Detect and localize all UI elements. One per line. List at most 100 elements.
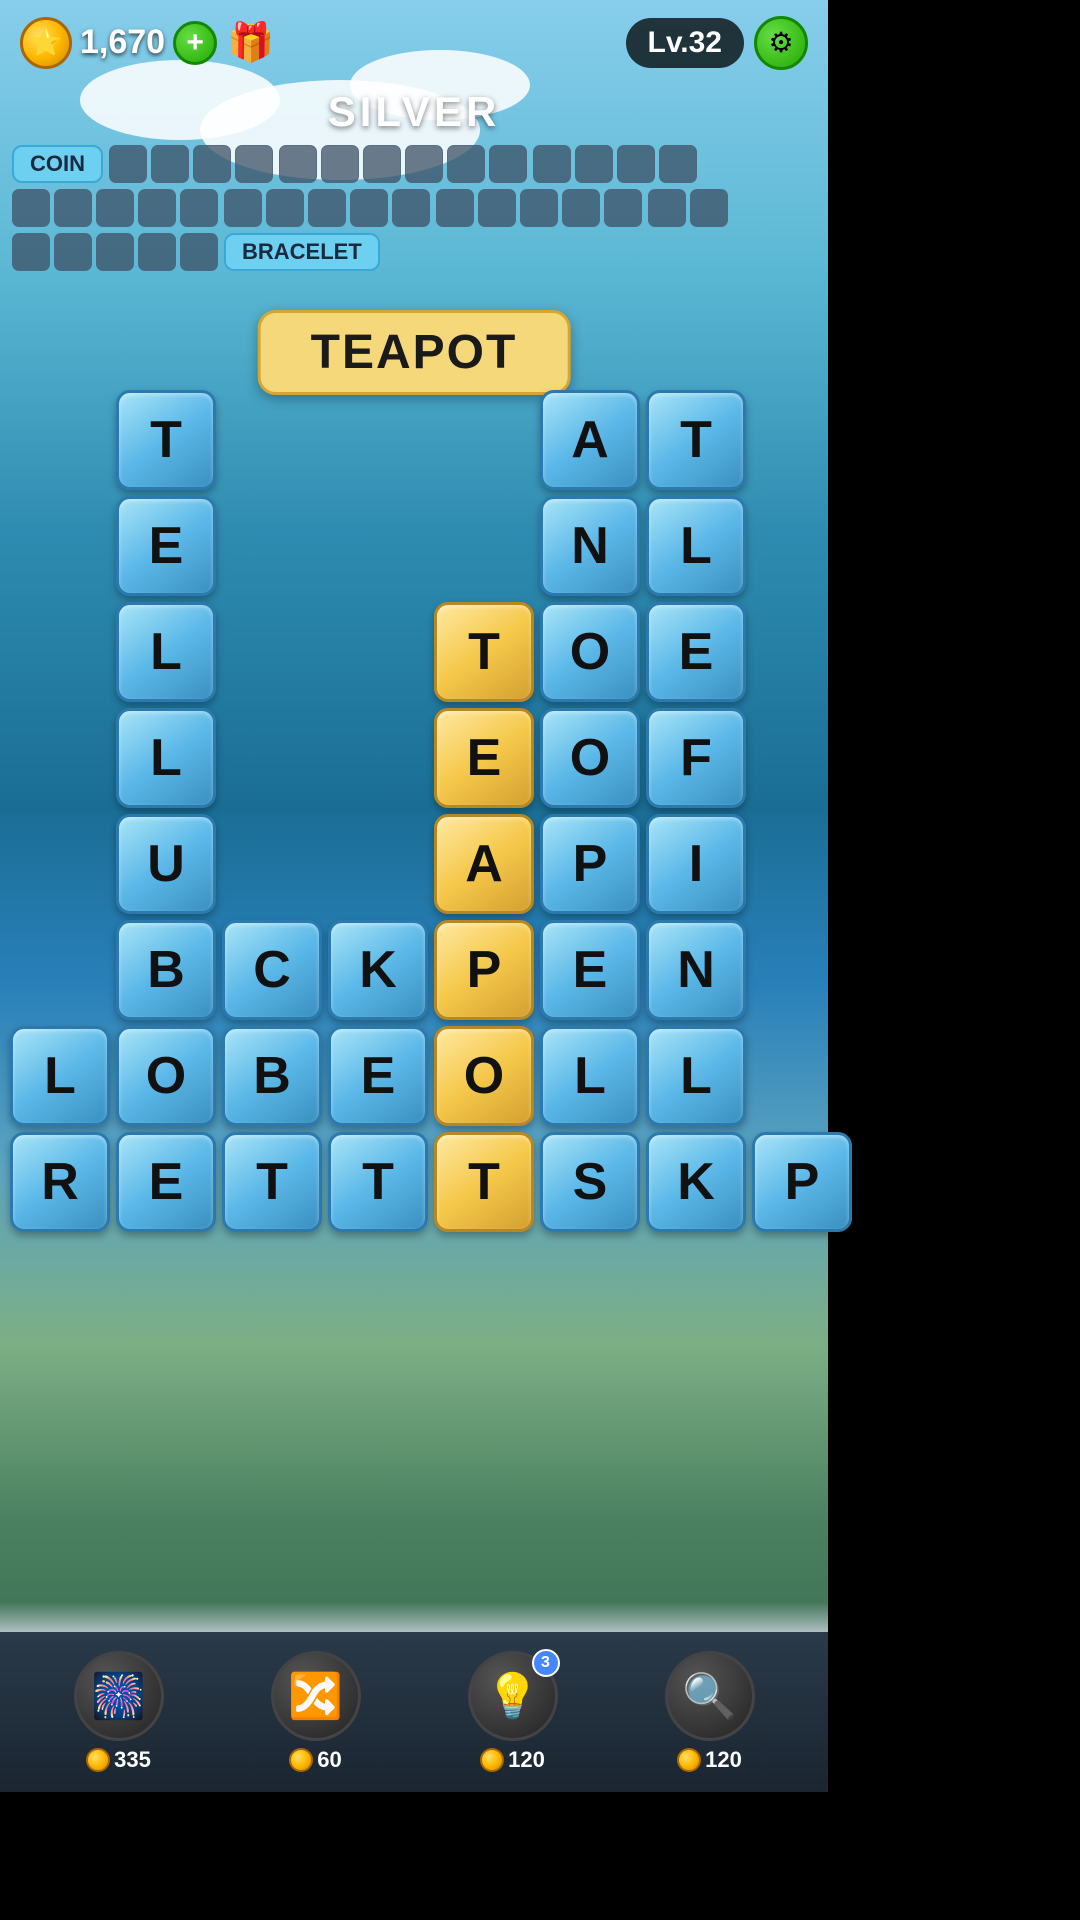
letter-tile[interactable]: L <box>646 496 746 596</box>
slot <box>447 145 485 183</box>
slot <box>279 145 317 183</box>
letter-tile[interactable]: L <box>540 1026 640 1126</box>
letter-tile[interactable]: O <box>540 602 640 702</box>
slot <box>659 145 697 183</box>
slots-row-3: BRACELET <box>12 233 816 271</box>
letter-tile-gold[interactable]: P <box>434 920 534 1020</box>
letter-tile[interactable]: O <box>540 708 640 808</box>
letter-tile[interactable]: T <box>646 390 746 490</box>
tile-empty <box>10 496 110 596</box>
letter-tile[interactable]: T <box>116 390 216 490</box>
tile-empty <box>752 920 852 1020</box>
letter-tile-gold[interactable]: A <box>434 814 534 914</box>
letter-tile[interactable]: C <box>222 920 322 1020</box>
shuffle-icon: 🔀 <box>271 1651 361 1741</box>
letter-tile-gold[interactable]: E <box>434 708 534 808</box>
settings-button[interactable]: ⚙ <box>754 16 808 70</box>
letter-tile[interactable]: E <box>540 920 640 1020</box>
letter-tile[interactable]: E <box>116 496 216 596</box>
slot <box>224 189 262 227</box>
grid-row-1: T A T <box>10 390 818 490</box>
slots-row-2 <box>12 189 816 227</box>
letter-tile-gold[interactable]: O <box>434 1026 534 1126</box>
tile-empty <box>10 602 110 702</box>
letter-tile[interactable]: O <box>116 1026 216 1126</box>
slot <box>321 145 359 183</box>
slot <box>109 145 147 183</box>
slot <box>533 145 571 183</box>
letter-tile[interactable]: P <box>540 814 640 914</box>
word-group-7 <box>436 189 642 227</box>
coins-area: ⭐ 1,670 + 🎁 <box>20 17 277 69</box>
grid-row-5: U A P I <box>10 814 818 914</box>
letter-tile[interactable]: L <box>646 1026 746 1126</box>
tile-empty <box>10 814 110 914</box>
letter-tile[interactable]: S <box>540 1132 640 1232</box>
letter-tile[interactable]: N <box>646 920 746 1020</box>
tile-empty <box>328 814 428 914</box>
letter-tile[interactable]: L <box>10 1026 110 1126</box>
word-group-6 <box>224 189 430 227</box>
letter-tile[interactable]: T <box>328 1132 428 1232</box>
word-slots: COIN <box>0 145 828 277</box>
tile-empty <box>10 920 110 1020</box>
shuffle-tool-button[interactable]: 🔀 60 <box>271 1651 361 1773</box>
add-coins-button[interactable]: + <box>173 21 217 65</box>
letter-tile[interactable]: E <box>646 602 746 702</box>
bottom-toolbar: 🎆 335 🔀 60 💡 3 120 🔍 120 <box>0 1632 828 1792</box>
target-word: TEAPOT <box>258 310 571 395</box>
letter-tile[interactable]: T <box>222 1132 322 1232</box>
gift-icon[interactable]: 🎁 <box>225 17 277 69</box>
letter-tile[interactable]: F <box>646 708 746 808</box>
letter-tile[interactable]: E <box>116 1132 216 1232</box>
rocket-tool-button[interactable]: 🎆 335 <box>74 1651 164 1773</box>
slot <box>12 189 50 227</box>
cost-coin-icon <box>289 1748 313 1772</box>
letter-tile-gold[interactable]: T <box>434 602 534 702</box>
letter-tile[interactable]: L <box>116 602 216 702</box>
letter-tile[interactable]: U <box>116 814 216 914</box>
letter-tile[interactable]: I <box>646 814 746 914</box>
tile-empty <box>752 602 852 702</box>
tile-empty <box>434 496 534 596</box>
letter-tile[interactable]: R <box>10 1132 110 1232</box>
slot <box>350 189 388 227</box>
slot <box>478 189 516 227</box>
grid-row-4: L E O F <box>10 708 818 808</box>
slot <box>392 189 430 227</box>
tile-empty <box>10 708 110 808</box>
slot <box>604 189 642 227</box>
magnifier-cost: 120 <box>677 1747 742 1773</box>
letter-tile[interactable]: K <box>646 1132 746 1232</box>
magnifier-tool-button[interactable]: 🔍 120 <box>665 1651 755 1773</box>
grid-row-2: E N L <box>10 496 818 596</box>
slot <box>138 233 176 271</box>
rocket-icon: 🎆 <box>74 1651 164 1741</box>
slot <box>54 233 92 271</box>
letter-tile[interactable]: L <box>116 708 216 808</box>
tile-empty <box>328 708 428 808</box>
letter-tile[interactable]: E <box>328 1026 428 1126</box>
tile-empty <box>434 390 534 490</box>
letter-tile[interactable]: P <box>752 1132 852 1232</box>
tile-empty <box>222 602 322 702</box>
slot <box>562 189 600 227</box>
word-group-4 <box>533 145 697 183</box>
hint-tool-button[interactable]: 💡 3 120 <box>468 1651 558 1773</box>
slot <box>96 189 134 227</box>
letter-tile[interactable]: N <box>540 496 640 596</box>
right-area: Lv.32 ⚙ <box>626 16 809 70</box>
tile-empty <box>752 708 852 808</box>
tile-empty <box>222 496 322 596</box>
coin-count: 1,670 <box>80 23 165 62</box>
level-badge: Lv.32 <box>626 18 745 68</box>
magnifier-icon: 🔍 <box>665 1651 755 1741</box>
letter-tile[interactable]: B <box>222 1026 322 1126</box>
letter-tile[interactable]: K <box>328 920 428 1020</box>
letter-tile[interactable]: B <box>116 920 216 1020</box>
letter-tile[interactable]: A <box>540 390 640 490</box>
hint-icon: 💡 3 <box>468 1651 558 1741</box>
tile-empty <box>752 390 852 490</box>
cost-coin-icon <box>480 1748 504 1772</box>
letter-tile-gold[interactable]: T <box>434 1132 534 1232</box>
